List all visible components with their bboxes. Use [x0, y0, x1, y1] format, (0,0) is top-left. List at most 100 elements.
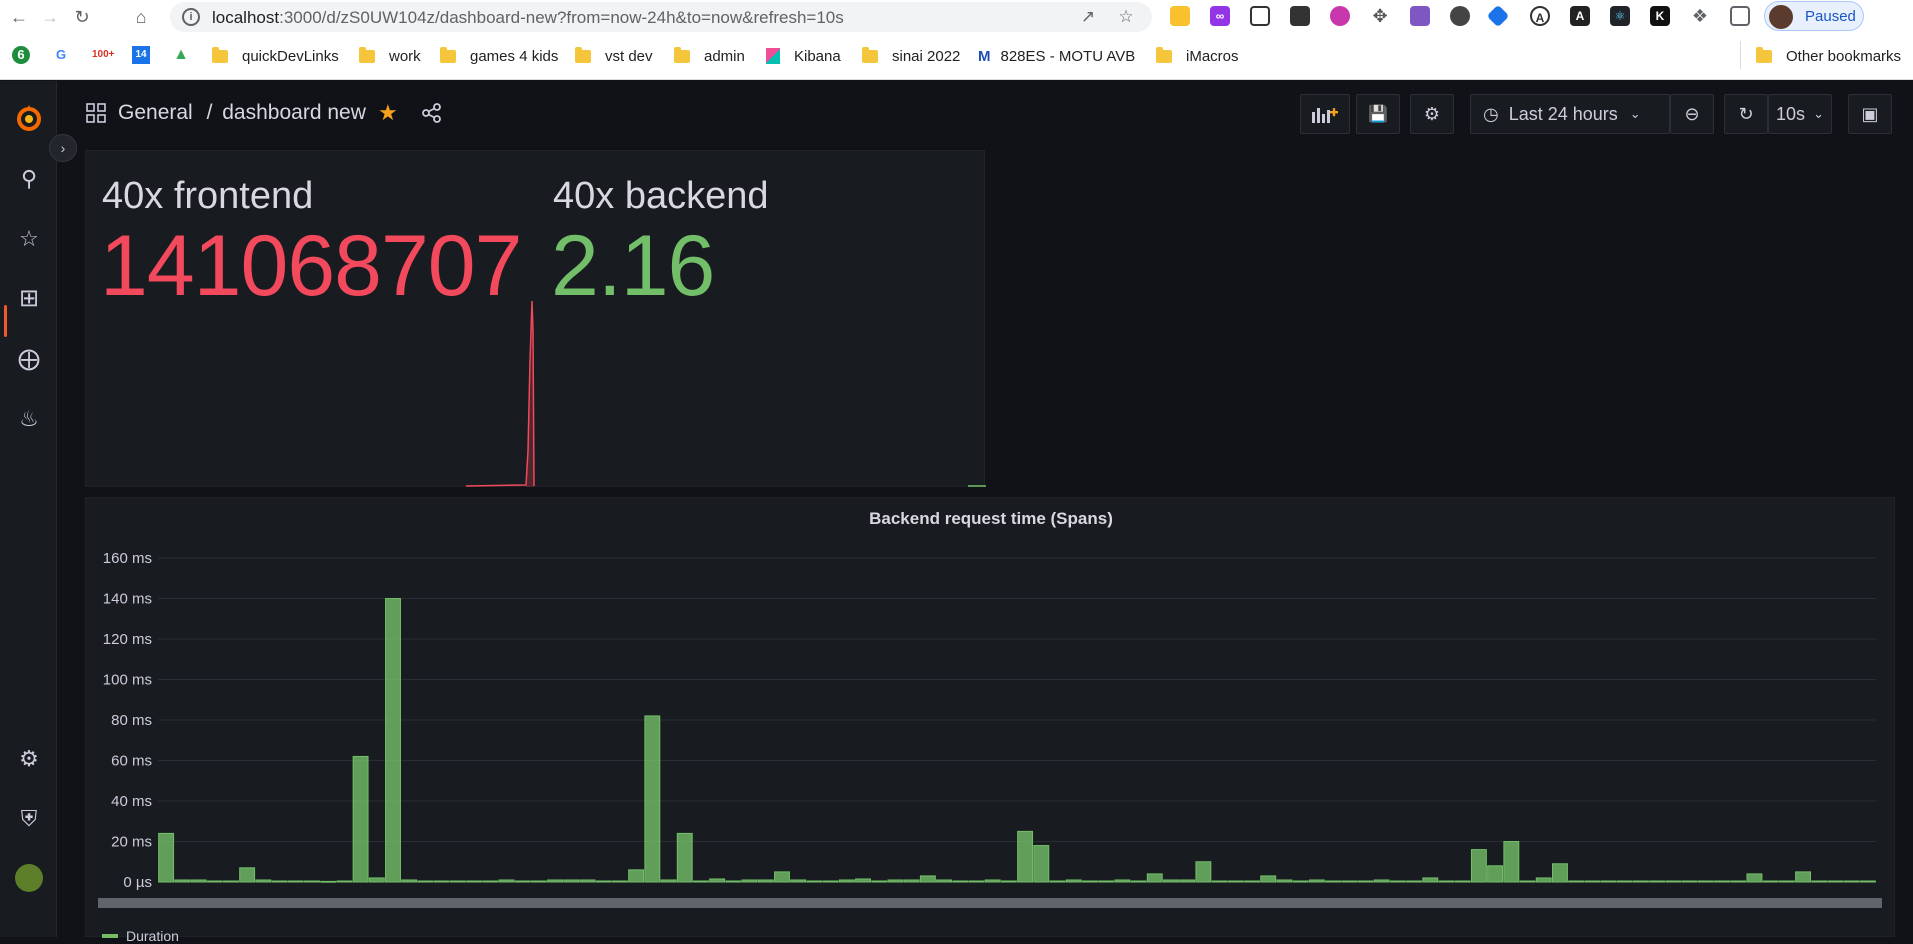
extension-power-icon[interactable] — [1330, 6, 1350, 26]
site-info-icon[interactable]: i — [182, 8, 200, 26]
extension-cube-icon[interactable] — [1290, 6, 1310, 26]
bar[interactable] — [1843, 880, 1860, 883]
bar[interactable] — [1616, 880, 1633, 883]
bar[interactable] — [709, 878, 726, 883]
bar[interactable] — [887, 879, 904, 883]
bar[interactable] — [1762, 880, 1779, 883]
bar[interactable] — [1665, 880, 1682, 883]
address-bar[interactable]: i localhost:3000/d/zS0UW104z/dashboard-n… — [170, 2, 1152, 32]
stat-panel[interactable]: 40x frontend 141068707 40x backend 2.16 — [85, 150, 986, 487]
bar[interactable] — [1227, 880, 1244, 883]
bar[interactable] — [1389, 880, 1406, 883]
other-bookmarks[interactable]: Other bookmarks — [1756, 45, 1901, 67]
tv-mode-button[interactable]: ▣ — [1848, 94, 1892, 134]
refresh-button[interactable]: ↻ — [1724, 94, 1768, 134]
bar[interactable] — [676, 832, 693, 883]
grafana-logo-icon[interactable] — [14, 103, 44, 133]
bar[interactable] — [725, 880, 742, 883]
bar[interactable] — [1470, 849, 1487, 883]
extension-move-icon[interactable]: ✥ — [1370, 6, 1390, 26]
user-avatar[interactable] — [15, 864, 43, 892]
back-icon[interactable]: ← — [6, 4, 32, 30]
bar[interactable] — [352, 755, 369, 883]
bar[interactable] — [1730, 880, 1747, 883]
profile-button[interactable]: Paused — [1764, 1, 1864, 31]
bar[interactable] — [1795, 871, 1812, 883]
bar[interactable] — [1049, 880, 1066, 883]
bar[interactable] — [1179, 879, 1196, 883]
bar[interactable] — [239, 867, 256, 883]
bar[interactable] — [1584, 880, 1601, 883]
bar[interactable] — [1033, 845, 1050, 883]
bar[interactable] — [1697, 880, 1714, 883]
configuration-gear-icon[interactable]: ⚙ — [14, 744, 44, 774]
bar[interactable] — [644, 715, 661, 883]
bookmark-folder[interactable]: sinai 2022 — [862, 45, 960, 67]
bookmark-folder[interactable]: admin — [674, 45, 745, 67]
bar[interactable] — [611, 880, 628, 883]
bar[interactable] — [401, 879, 418, 883]
bar[interactable] — [530, 880, 547, 883]
bar[interactable] — [466, 880, 483, 883]
add-panel-button[interactable] — [1300, 94, 1350, 134]
bar[interactable] — [174, 879, 191, 883]
bar[interactable] — [757, 879, 774, 883]
extension-notes-icon[interactable] — [1170, 6, 1190, 26]
bar[interactable] — [320, 880, 337, 883]
bar[interactable] — [1551, 863, 1568, 883]
bar[interactable] — [1114, 879, 1131, 883]
bookmark-link[interactable]: M 828ES - MOTU AVB — [978, 45, 1135, 67]
bar[interactable] — [417, 880, 434, 883]
bar[interactable] — [774, 871, 790, 883]
bookmark-link[interactable]: Kibana — [766, 45, 841, 67]
explore-icon[interactable]: ⨁ — [14, 344, 44, 374]
bar[interactable] — [368, 877, 385, 883]
bar[interactable] — [1487, 865, 1504, 883]
bar[interactable] — [579, 879, 596, 883]
bar[interactable] — [741, 879, 758, 883]
bar[interactable] — [871, 880, 888, 883]
bar[interactable] — [1438, 880, 1455, 883]
side-panel-icon[interactable] — [1730, 6, 1750, 26]
bar[interactable] — [271, 880, 288, 883]
refresh-interval-picker[interactable]: 10s ⌄ — [1768, 94, 1832, 134]
url-text[interactable]: localhost:3000/d/zS0UW104z/dashboard-new… — [212, 8, 844, 28]
bar[interactable] — [1000, 880, 1017, 883]
bar[interactable] — [1600, 880, 1617, 883]
save-dashboard-button[interactable]: 💾 — [1356, 94, 1400, 134]
forward-icon[interactable]: → — [37, 4, 63, 30]
bar[interactable] — [385, 598, 401, 883]
extension-diamond-icon[interactable] — [1486, 4, 1510, 28]
bar[interactable] — [1373, 879, 1390, 883]
bar[interactable] — [287, 880, 304, 883]
bar[interactable] — [498, 879, 515, 883]
bar[interactable] — [1811, 880, 1828, 883]
bar[interactable] — [1017, 830, 1034, 883]
bar[interactable] — [1146, 873, 1163, 883]
bar[interactable] — [1746, 873, 1763, 883]
bar[interactable] — [1519, 880, 1536, 883]
bar[interactable] — [1454, 880, 1471, 883]
bar[interactable] — [790, 879, 807, 883]
reload-icon[interactable]: ↻ — [69, 4, 95, 30]
bar[interactable] — [1325, 880, 1342, 883]
bookmark-folder[interactable]: work — [359, 45, 421, 67]
dashboard-settings-button[interactable]: ⚙ — [1410, 94, 1454, 134]
bar[interactable] — [1163, 879, 1179, 883]
bar[interactable] — [1308, 879, 1325, 883]
bar[interactable] — [822, 880, 839, 883]
bar[interactable] — [1859, 880, 1876, 883]
bar[interactable] — [855, 878, 871, 883]
bar[interactable] — [1503, 841, 1520, 883]
extension-a-icon[interactable]: A — [1530, 6, 1550, 26]
bar[interactable] — [1211, 880, 1228, 883]
bar[interactable] — [1081, 880, 1098, 883]
bookmark-folder[interactable]: iMacros — [1156, 45, 1239, 67]
bar[interactable] — [158, 832, 175, 883]
bar[interactable] — [1649, 880, 1666, 883]
time-range-picker[interactable]: ◷ Last 24 hours ⌄ — [1470, 94, 1670, 134]
bar[interactable] — [1422, 877, 1439, 883]
bar[interactable] — [304, 880, 320, 883]
bar[interactable] — [1195, 861, 1212, 883]
bar[interactable] — [433, 880, 450, 883]
